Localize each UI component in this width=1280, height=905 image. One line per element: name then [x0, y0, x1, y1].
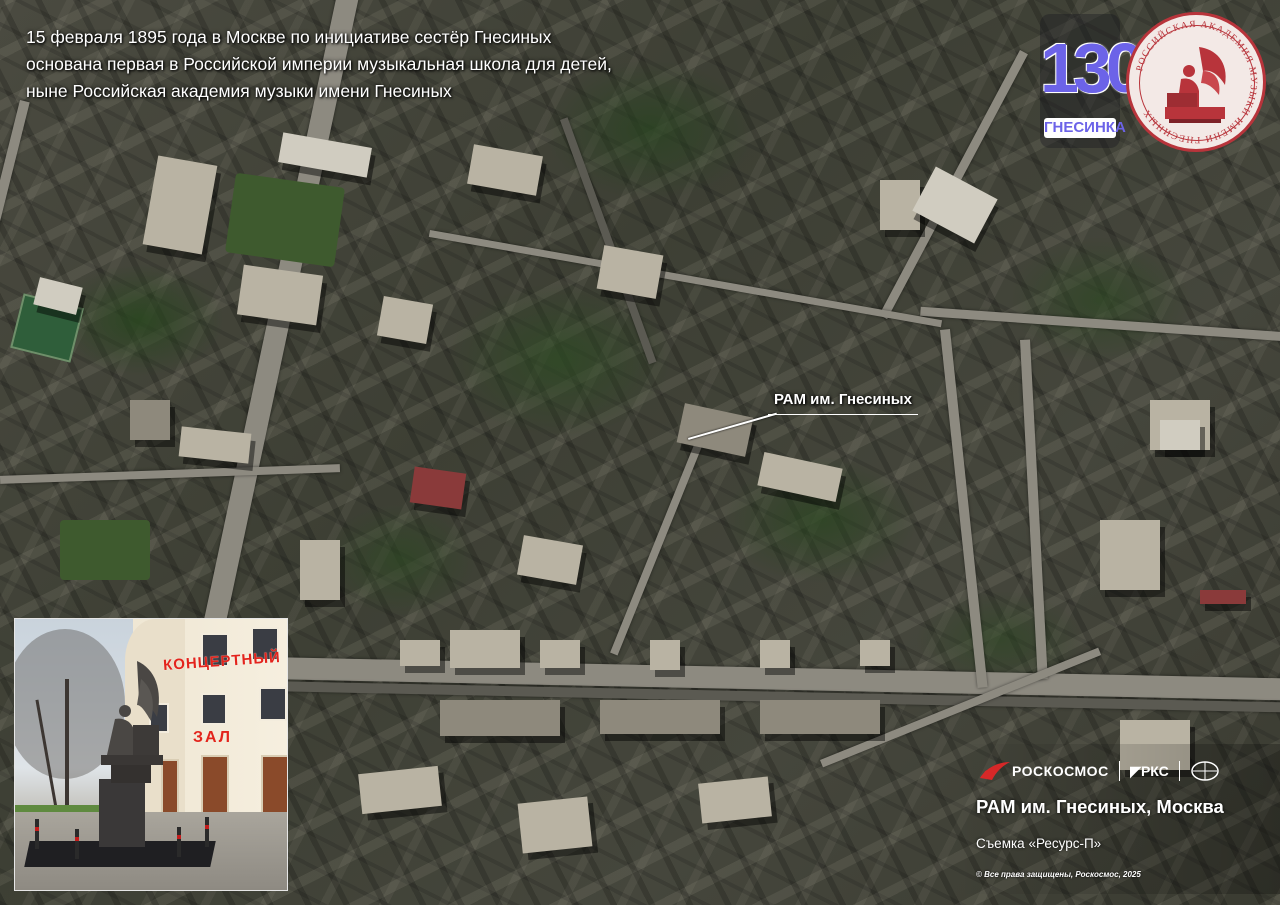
gnesin-monument-icon [101, 661, 163, 783]
satellite-globe-icon [1191, 761, 1220, 781]
rks-mark-icon: ◤ [1130, 762, 1141, 779]
muse-figure-icon [1165, 47, 1226, 123]
inset-photo-concert-hall: КОНЦЕРТНЫЙ ЗАЛ [14, 618, 288, 891]
caption-copyright: © Все права защищены, Роскосмос, 2025 [976, 870, 1141, 879]
caption-title: РАМ им. Гнесиных, Москва [976, 796, 1224, 817]
brand-separator [1178, 761, 1181, 781]
brand-rks-text: РКС [1140, 762, 1169, 779]
academy-seal-logo: РОССИЙСКАЯ АКАДЕМИЯ МУЗЫКИ ИМЕНИ ГНЕСИНЫ… [1126, 12, 1266, 152]
brand-row: РОСКОСМОС ◤РКС [976, 756, 1220, 786]
intro-line-2: основана первая в Российской империи муз… [26, 54, 612, 74]
intro-text: 15 февраля 1895 года в Москве по инициат… [26, 24, 726, 105]
anniversary-number: 130 [1040, 29, 1145, 107]
anniversary-logo: 130 ГНЕСИНКА [1040, 14, 1145, 148]
intro-line-1: 15 февраля 1895 года в Москве по инициат… [26, 27, 552, 47]
brand-roscosmos: РОСКОСМОС [1012, 763, 1109, 779]
brand-separator [1118, 761, 1121, 781]
brand-rks: ◤РКС [1130, 763, 1169, 780]
roscosmos-logo-icon [980, 762, 1010, 780]
intro-line-3: ныне Российская академия музыки имени Гн… [26, 81, 452, 101]
anniversary-name: ГНЕСИНКА [1044, 118, 1126, 138]
callout-label: РАМ им. Гнесиных [768, 386, 918, 415]
concert-hall-sign-bottom: ЗАЛ [193, 729, 232, 746]
caption-subtitle: Съемка «Ресурс-П» [976, 836, 1102, 851]
poster: 15 февраля 1895 года в Москве по инициат… [0, 0, 1280, 905]
